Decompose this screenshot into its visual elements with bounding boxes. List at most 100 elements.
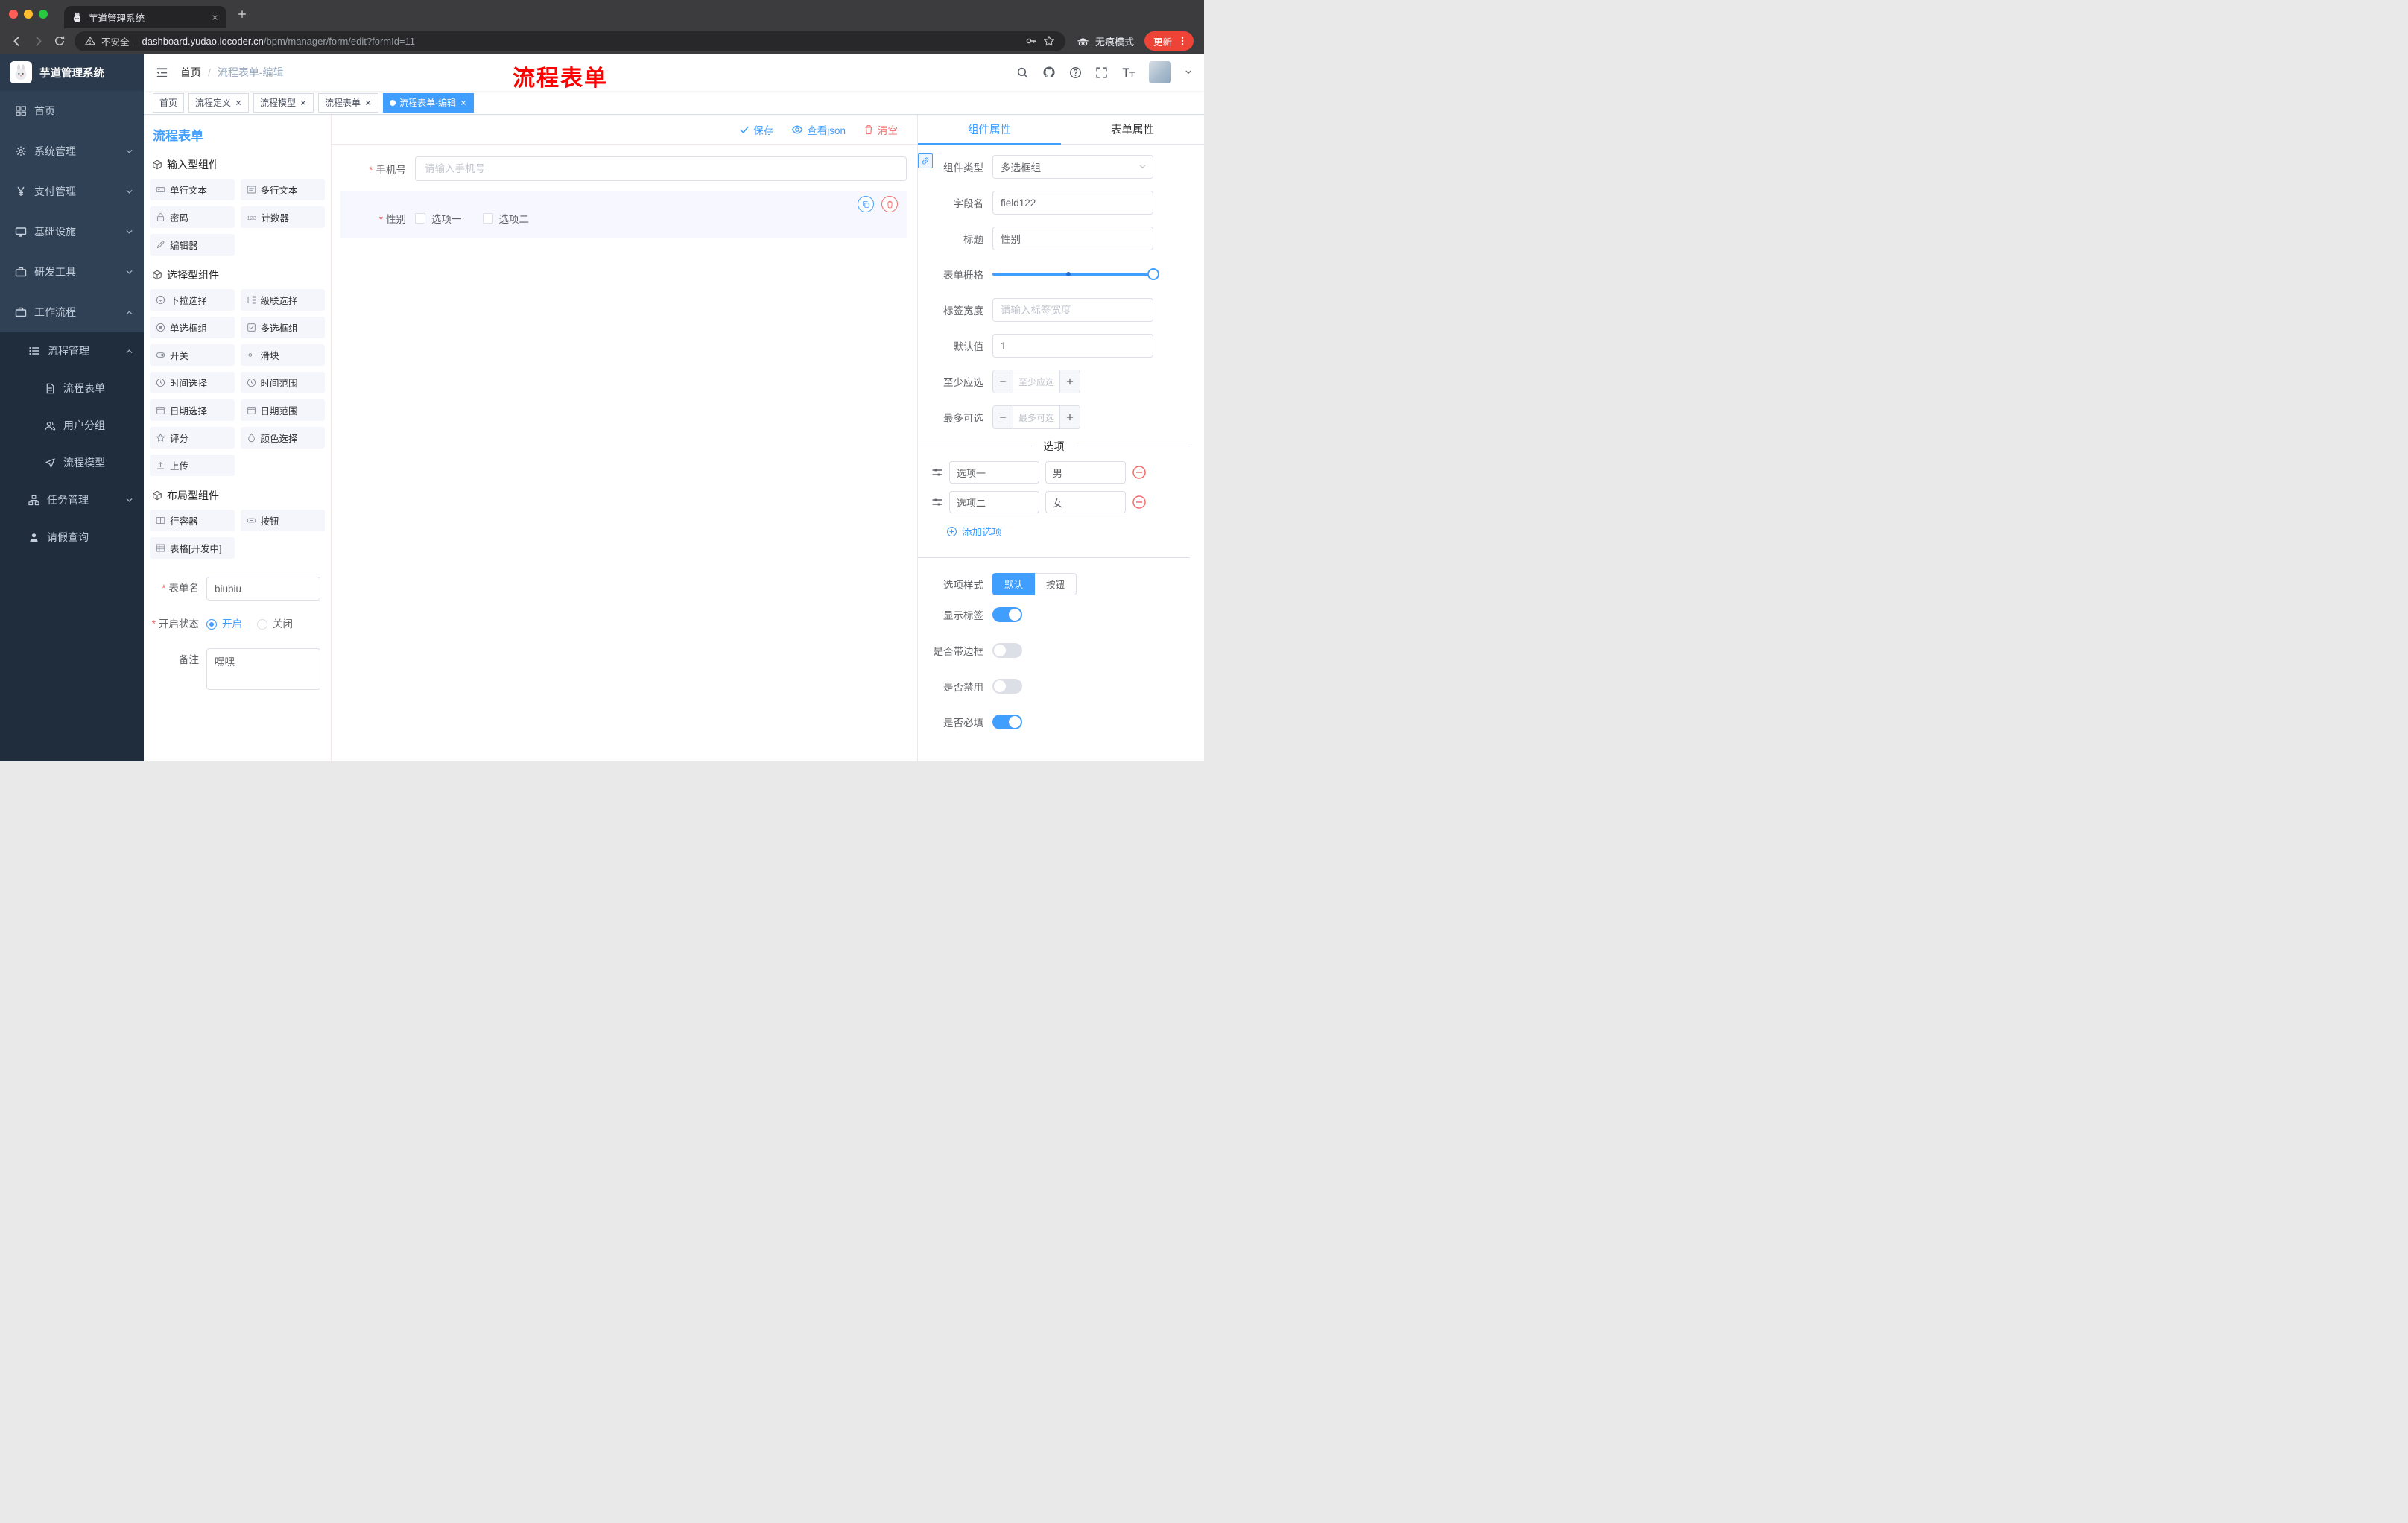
hamburger-icon[interactable]: [144, 66, 180, 80]
palette-item-date-picker[interactable]: 日期选择: [150, 399, 235, 421]
option-label-input[interactable]: [949, 491, 1039, 513]
palette-item-rate[interactable]: 评分: [150, 427, 235, 449]
border-switch[interactable]: [992, 642, 1022, 658]
palette-item-editor[interactable]: 编辑器: [150, 234, 235, 256]
tag-process-model[interactable]: 流程模型: [253, 92, 314, 113]
palette-item-switch[interactable]: 开关: [150, 344, 235, 366]
palette-item-time-range[interactable]: 时间范围: [240, 372, 325, 393]
phone-input[interactable]: [415, 156, 907, 181]
remove-option-button[interactable]: [1132, 465, 1147, 480]
sidebar-logo[interactable]: 芋道管理系统: [0, 54, 144, 91]
delete-widget-button[interactable]: [881, 196, 898, 212]
style-button-button[interactable]: 按钮: [1035, 572, 1077, 595]
option-value-input[interactable]: [1045, 491, 1126, 513]
palette-item-row-container[interactable]: 行容器: [150, 510, 235, 531]
sidebar-item-process-model[interactable]: 流程模型: [0, 444, 144, 481]
sidebar-item-devtools[interactable]: 研发工具: [0, 252, 144, 292]
search-icon[interactable]: [1016, 66, 1029, 79]
tab-close-icon[interactable]: [211, 13, 219, 22]
reload-icon[interactable]: [54, 35, 66, 47]
tag-process-definition[interactable]: 流程定义: [188, 92, 250, 113]
tag-home[interactable]: 首页: [153, 92, 185, 113]
tag-process-form-edit[interactable]: 流程表单-编辑: [383, 92, 475, 113]
remove-option-button[interactable]: [1132, 495, 1147, 510]
phone-field-row[interactable]: 手机号: [340, 156, 907, 181]
drag-handle-icon[interactable]: [931, 496, 943, 508]
component-type-select[interactable]: 多选框组: [992, 155, 1153, 179]
sidebar-item-infrastructure[interactable]: 基础设施: [0, 212, 144, 252]
decrease-button[interactable]: [993, 406, 1013, 428]
palette-item-radio-group[interactable]: 单选框组: [150, 317, 235, 338]
palette-item-time-picker[interactable]: 时间选择: [150, 372, 235, 393]
status-off-radio[interactable]: 关闭: [257, 612, 293, 636]
form-name-input[interactable]: [206, 577, 320, 601]
link-button[interactable]: [918, 153, 933, 168]
breadcrumb-home[interactable]: 首页: [180, 65, 201, 80]
palette-item-color-picker[interactable]: 颜色选择: [240, 427, 325, 449]
add-option-button[interactable]: 添加选项: [946, 524, 1002, 539]
sidebar-item-user-group[interactable]: 用户分组: [0, 407, 144, 444]
show-label-switch[interactable]: [992, 607, 1022, 622]
save-button[interactable]: 保存: [739, 122, 773, 137]
sidebar-item-home[interactable]: 首页: [0, 91, 144, 131]
increase-button[interactable]: [1059, 406, 1080, 428]
tag-close-icon[interactable]: [300, 99, 307, 107]
palette-item-button[interactable]: 按钮: [240, 510, 325, 531]
browser-menu-icon[interactable]: [1177, 36, 1188, 46]
disabled-switch[interactable]: [992, 678, 1022, 694]
fullscreen-icon[interactable]: [1095, 66, 1108, 79]
password-key-icon[interactable]: [1025, 35, 1037, 47]
palette-item-table[interactable]: 表格[开发中]: [150, 537, 235, 559]
label-width-input[interactable]: [992, 298, 1153, 322]
sidebar-item-system[interactable]: 系统管理: [0, 131, 144, 171]
user-avatar[interactable]: [1149, 61, 1171, 83]
palette-item-single-line-text[interactable]: 单行文本: [150, 179, 235, 200]
status-on-radio[interactable]: 开启: [206, 612, 242, 636]
window-zoom-button[interactable]: [39, 10, 48, 19]
help-icon[interactable]: [1069, 66, 1082, 79]
address-bar[interactable]: 不安全 dashboard.yudao.iocoder.cn/bpm/manag…: [75, 31, 1065, 51]
tag-close-icon[interactable]: [235, 99, 242, 107]
palette-item-upload[interactable]: 上传: [150, 455, 235, 476]
view-json-button[interactable]: 查看json: [791, 122, 846, 137]
increase-button[interactable]: [1059, 370, 1080, 393]
palette-item-password[interactable]: 密码: [150, 206, 235, 228]
form-remark-textarea[interactable]: 嘿嘿: [206, 648, 320, 690]
browser-tab[interactable]: 芋道管理系统: [64, 6, 226, 28]
sidebar-item-payment[interactable]: 支付管理: [0, 171, 144, 212]
palette-item-multi-line-text[interactable]: 多行文本: [240, 179, 325, 200]
title-input[interactable]: [992, 227, 1153, 250]
style-default-button[interactable]: 默认: [992, 572, 1036, 595]
window-minimize-button[interactable]: [24, 10, 33, 19]
field-name-input[interactable]: [992, 191, 1153, 215]
max-select-value[interactable]: 最多可选: [1013, 406, 1059, 428]
grid-slider[interactable]: [992, 262, 1159, 286]
sidebar-item-workflow[interactable]: 工作流程: [0, 292, 144, 332]
github-icon[interactable]: [1042, 66, 1056, 79]
sidebar-item-task-management[interactable]: 任务管理: [0, 481, 144, 519]
decrease-button[interactable]: [993, 370, 1013, 393]
tag-close-icon[interactable]: [364, 99, 372, 107]
option-label-input[interactable]: [949, 461, 1039, 484]
required-switch[interactable]: [992, 714, 1022, 729]
palette-item-counter[interactable]: 计数器: [240, 206, 325, 228]
tag-process-form[interactable]: 流程表单: [318, 92, 379, 113]
palette-item-cascader[interactable]: 级联选择: [240, 289, 325, 311]
palette-item-select[interactable]: 下拉选择: [150, 289, 235, 311]
clear-button[interactable]: 清空: [864, 122, 898, 137]
window-close-button[interactable]: [9, 10, 18, 19]
bookmark-star-icon[interactable]: [1043, 35, 1055, 47]
tab-form-props[interactable]: 表单属性: [1061, 115, 1204, 144]
min-select-value[interactable]: 至少应选: [1013, 370, 1059, 393]
copy-widget-button[interactable]: [858, 196, 874, 212]
browser-update-button[interactable]: 更新: [1144, 31, 1194, 51]
option-value-input[interactable]: [1045, 461, 1126, 484]
default-value-input[interactable]: [992, 334, 1153, 358]
back-icon[interactable]: [10, 35, 23, 48]
sidebar-item-leave-query[interactable]: 请假查询: [0, 519, 144, 556]
checkbox-option-1[interactable]: 选项一: [415, 211, 462, 226]
tag-close-icon[interactable]: [460, 99, 467, 107]
slider-handle[interactable]: [1147, 268, 1159, 280]
avatar-caret-icon[interactable]: [1185, 69, 1192, 76]
sidebar-item-process-management[interactable]: 流程管理: [0, 332, 144, 370]
